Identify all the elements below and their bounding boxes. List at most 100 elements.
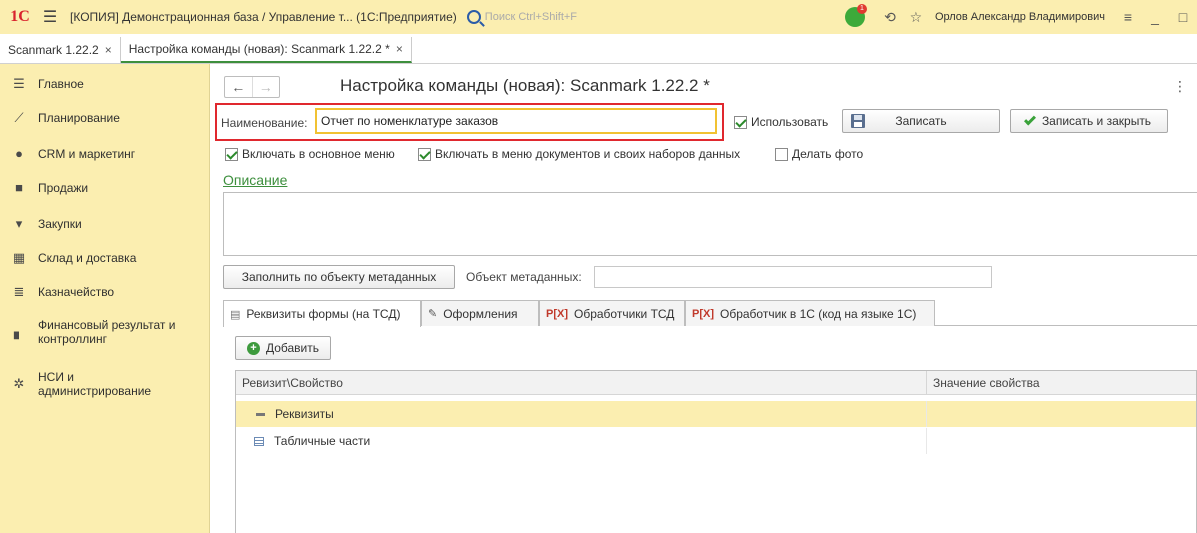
gear-icon: ✲ [13, 376, 25, 391]
back-arrow-icon[interactable]: ← [225, 77, 252, 97]
floppy-disk-icon [851, 114, 865, 128]
include-doc-menu-checkbox[interactable]: Включать в меню документов и своих набор… [418, 147, 740, 161]
sidebar-item-purchases[interactable]: ▾ Закупки [0, 216, 210, 232]
sidebar-item-label: Финансовый результат и контроллинг [38, 318, 176, 346]
warehouse-icon: ▦ [12, 250, 26, 265]
hamburger-menu-icon[interactable]: ☰ [40, 7, 60, 27]
take-photo-checkbox[interactable]: Делать фото [775, 147, 863, 161]
history-nav: ← → [224, 76, 280, 98]
command-settings-form: ← → Настройка команды (новая): Scanmark … [211, 64, 1197, 533]
form-icon: ▤ [230, 308, 241, 321]
settings-menu-icon[interactable]: ≡ [1115, 9, 1141, 25]
table-cell: Табличные части [236, 428, 926, 454]
table-grid-icon [254, 437, 264, 447]
tab-label: Обработчик в 1С (код на языке 1С) [720, 306, 917, 321]
sidebar-item-finance[interactable]: ▖ Финансовый результат и контроллинг [0, 318, 210, 346]
crm-icon: ● [15, 146, 23, 161]
doc-tab-command-settings[interactable]: Настройка команды (новая): Scanmark 1.22… [120, 37, 412, 63]
include-main-menu-label: Включать в основное меню [242, 147, 395, 161]
tab-label: Реквизиты формы (на ТСД) [246, 307, 401, 321]
sidebar-item-admin[interactable]: ✲ НСИ и администрирование [0, 370, 210, 398]
save-and-close-button[interactable]: Записать и закрыть [1010, 109, 1168, 133]
table-header: Ревизит\Свойство Значение свойства [236, 371, 1196, 395]
save-button[interactable]: Записать [842, 109, 1000, 133]
tab-label: Обработчики ТСД [574, 306, 675, 321]
sidebar-item-sales[interactable]: ■ Продажи [0, 180, 210, 195]
app-logo[interactable]: 1С [0, 8, 40, 26]
sidebar-item-label: CRM и маркетинг [38, 146, 136, 161]
sidebar-item-treasury[interactable]: ≣ Казначейство [0, 284, 210, 300]
save-label: Записать [895, 114, 947, 128]
sidebar-item-label: Продажи [38, 180, 89, 195]
sidebar-item-label: Закупки [38, 217, 82, 231]
form-title: Настройка команды (новая): Scanmark 1.22… [340, 76, 710, 95]
tab-1c-handler[interactable]: P[X] Обработчик в 1С (код на языке 1С) [685, 300, 935, 326]
description-link[interactable]: Описание [223, 172, 287, 188]
sidebar-item-crm[interactable]: ● CRM и маркетинг [0, 146, 210, 161]
checkbox-checked-icon [418, 147, 431, 161]
search-icon [466, 10, 481, 24]
notification-count-badge: 1 [856, 4, 867, 14]
add-button[interactable]: + Добавить [235, 336, 331, 360]
notifications-icon[interactable]: 1 [844, 4, 867, 27]
plus-icon: + [246, 341, 260, 355]
document-tabs: Scanmark 1.22.2 × Настройка команды (нов… [0, 34, 1197, 64]
close-tab-icon[interactable]: × [396, 42, 403, 56]
checkmark-icon [1023, 113, 1036, 126]
sections-sidebar: ☰ Главное ⟋ Планирование ● CRM и маркети… [0, 64, 210, 533]
tab-styling[interactable]: ✎ Оформления [421, 300, 539, 326]
include-doc-menu-label: Включать в меню документов и своих набор… [435, 147, 741, 161]
treasury-icon: ≣ [13, 284, 25, 299]
name-input[interactable] [315, 108, 717, 134]
table-cell-value [926, 401, 1196, 427]
menu-icon: ☰ [13, 76, 25, 91]
take-photo-label: Делать фото [792, 147, 864, 161]
tab-label: Оформления [443, 306, 518, 321]
description-textarea[interactable] [223, 192, 1197, 256]
column-header-attribute[interactable]: Ревизит\Свойство [236, 371, 926, 395]
metadata-object-label: Объект метаданных: [466, 270, 582, 284]
table-row[interactable]: Табличные части [236, 428, 1196, 454]
handler-icon: P[X] [546, 307, 568, 320]
sidebar-item-label: Главное [38, 77, 84, 91]
search-placeholder: Поиск Ctrl+Shift+F [484, 11, 578, 23]
current-user[interactable]: Орлов Александр Владимирович [935, 11, 1105, 23]
close-tab-icon[interactable]: × [105, 43, 112, 57]
global-search[interactable]: Поиск Ctrl+Shift+F [466, 10, 578, 24]
window-title: [КОПИЯ] Демонстрационная база / Управлен… [70, 10, 457, 24]
checkbox-unchecked-icon [775, 147, 788, 161]
tab-tsd-handlers[interactable]: P[X] Обработчики ТСД [539, 300, 685, 326]
handler-icon: P[X] [692, 307, 714, 320]
sidebar-item-planning[interactable]: ⟋ Планирование [0, 110, 210, 126]
forward-arrow-icon[interactable]: → [251, 77, 280, 97]
collapse-minus-icon[interactable] [256, 413, 265, 417]
history-icon[interactable]: ⟲ [877, 9, 903, 26]
bag-icon: ■ [15, 180, 23, 195]
sidebar-item-label: Планирование [38, 111, 120, 125]
chart-icon: ▖ [14, 324, 24, 339]
sidebar-item-warehouse[interactable]: ▦ Склад и доставка [0, 250, 210, 266]
table-row[interactable]: Реквизиты [236, 401, 1196, 427]
include-main-menu-checkbox[interactable]: Включать в основное меню [225, 147, 395, 161]
more-actions-icon[interactable]: ⋮ [1173, 78, 1187, 95]
fill-from-metadata-button[interactable]: Заполнить по объекту метаданных [223, 265, 455, 289]
maximize-icon[interactable]: □ [1169, 9, 1197, 25]
minimize-icon[interactable]: _ [1141, 9, 1169, 25]
doc-tab-scanmark[interactable]: Scanmark 1.22.2 × [0, 37, 121, 63]
tab-form-attributes[interactable]: ▤ Реквизиты формы (на ТСД) [223, 300, 421, 327]
metadata-object-field[interactable] [594, 266, 992, 288]
table-cell-value [926, 428, 1196, 454]
planning-icon: ⟋ [14, 110, 24, 125]
sidebar-item-label: НСИ и администрирование [38, 370, 152, 398]
checkbox-checked-icon [734, 115, 747, 129]
use-label: Использовать [751, 115, 829, 129]
column-header-value[interactable]: Значение свойства [926, 371, 1196, 395]
row-label: Реквизиты [275, 407, 334, 421]
sidebar-item-main[interactable]: ☰ Главное [0, 76, 210, 92]
sidebar-item-label: Казначейство [38, 285, 115, 299]
doc-tab-label: Scanmark 1.22.2 [8, 43, 99, 57]
attributes-table[interactable]: Ревизит\Свойство Значение свойства Рекви… [235, 370, 1197, 533]
use-checkbox[interactable]: Использовать [734, 115, 828, 129]
favorites-star-icon[interactable]: ☆ [903, 9, 929, 26]
save-close-label: Записать и закрыть [1041, 114, 1152, 128]
